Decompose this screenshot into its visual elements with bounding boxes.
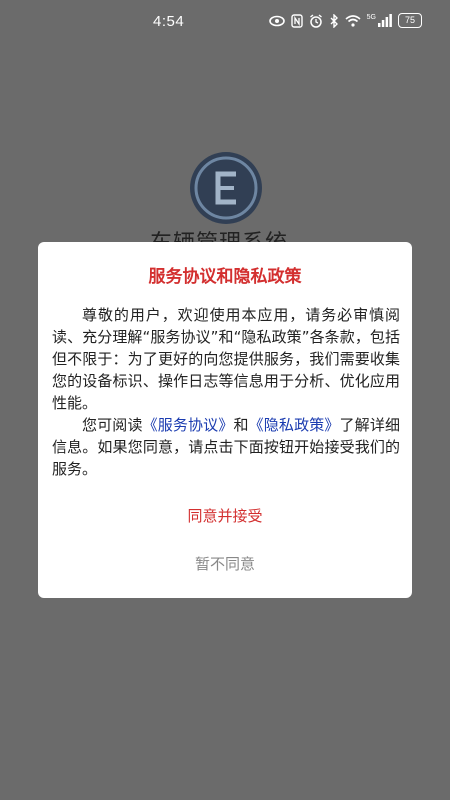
status-icons: 5G 75 bbox=[268, 13, 422, 28]
battery-icon: 75 bbox=[398, 13, 422, 28]
dialog-title: 服务协议和隐私政策 bbox=[148, 267, 302, 287]
accept-button[interactable]: 同意并接受 bbox=[38, 498, 412, 534]
eye-icon bbox=[268, 15, 285, 27]
dialog-body: 尊敬的用户，欢迎使用本应用，请务必审慎阅读、充分理解“服务协议”和“隐私政策”各… bbox=[52, 304, 400, 480]
wifi-icon bbox=[345, 14, 361, 27]
privacy-policy-link[interactable]: 《隐私政策》 bbox=[249, 416, 340, 434]
dialog-paragraph-links: 您可阅读《服务协议》和《隐私政策》了解详细信息。如果您同意，请点击下面按钮开始接… bbox=[52, 414, 400, 480]
status-bar: 4:54 5G 75 bbox=[0, 0, 450, 44]
app-logo-icon bbox=[190, 152, 262, 224]
network-type-label: 5G bbox=[366, 14, 376, 21]
alarm-icon bbox=[309, 13, 323, 28]
status-time: 4:54 bbox=[153, 13, 185, 30]
decline-button[interactable]: 暂不同意 bbox=[38, 546, 412, 582]
dialog-paragraph-intro: 尊敬的用户，欢迎使用本应用，请务必审慎阅读、充分理解“服务协议”和“隐私政策”各… bbox=[52, 306, 400, 412]
service-agreement-link[interactable]: 《服务协议》 bbox=[143, 416, 234, 434]
links-and-text: 和 bbox=[233, 416, 249, 434]
privacy-dialog: 服务协议和隐私政策 尊敬的用户，欢迎使用本应用，请务必审慎阅读、充分理解“服务协… bbox=[38, 242, 412, 598]
bluetooth-icon bbox=[329, 13, 339, 28]
signal-icon bbox=[378, 14, 392, 27]
nfc-icon bbox=[290, 13, 303, 28]
links-prefix-text: 您可阅读 bbox=[82, 416, 143, 434]
